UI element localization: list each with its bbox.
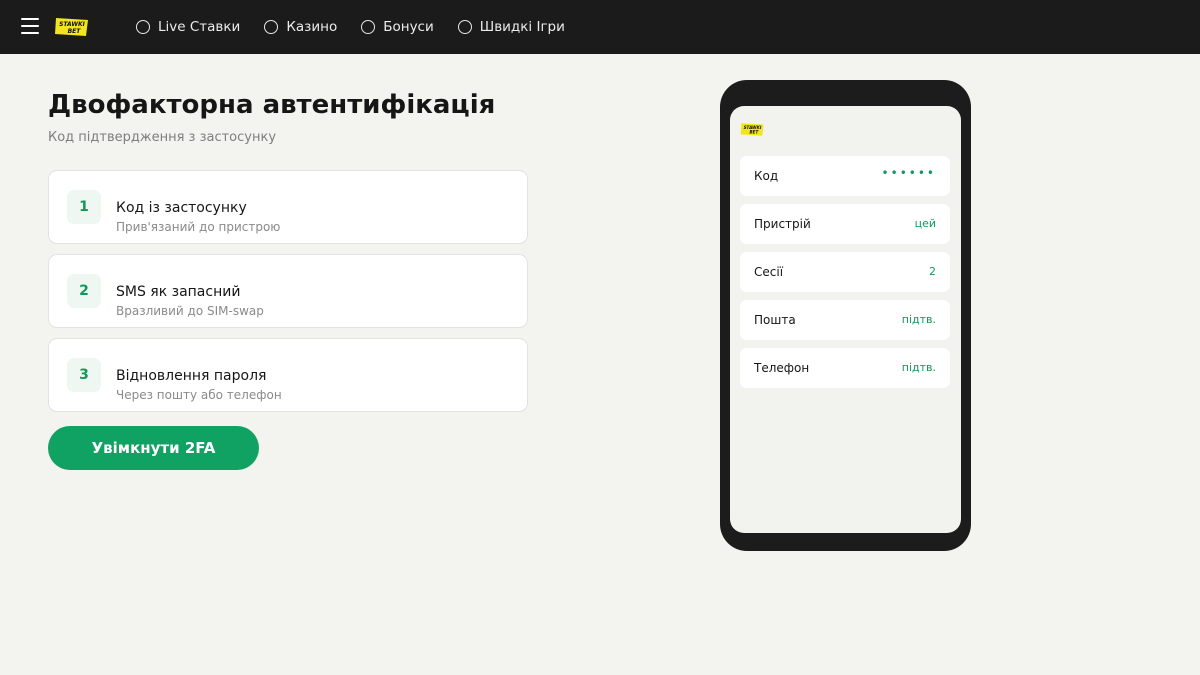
- main-nav: Live Ставки Казино Бонуси Швидкі Ігри: [136, 0, 589, 54]
- enable-2fa-button[interactable]: Увімкнути 2FA: [48, 426, 259, 470]
- phone-row-phone[interactable]: Телефон підтв.: [740, 348, 950, 388]
- logo-text-line1: STAWKI: [59, 21, 86, 28]
- menu-icon[interactable]: [21, 18, 39, 34]
- stawki-bet-logo-small: STAWKI BET: [740, 123, 764, 136]
- nav-item-live-bets[interactable]: Live Ставки: [136, 19, 240, 35]
- circle-icon: [264, 20, 279, 34]
- step-card-sms-backup[interactable]: 2 SMS як запасний Вразливий до SIM-swap: [48, 254, 528, 328]
- step-title: Код із застосунку: [116, 200, 247, 216]
- stawki-bet-logo[interactable]: STAWKI BET: [54, 17, 90, 37]
- step-number: 3: [67, 358, 101, 392]
- step-description: Вразливий до SIM-swap: [116, 304, 264, 318]
- circle-icon: [136, 20, 150, 34]
- row-key: Сесії: [754, 265, 784, 279]
- step-description: Через пошту або телефон: [116, 388, 282, 402]
- row-value: 2: [929, 265, 936, 278]
- step-card-app-code[interactable]: 1 Код із застосунку Прив'язаний до прист…: [48, 170, 528, 244]
- nav-item-label: Казино: [286, 19, 338, 35]
- row-key: Пристрій: [754, 217, 811, 231]
- phone-row-sessions[interactable]: Сесії 2: [740, 252, 950, 292]
- row-value: ••••••: [881, 166, 936, 180]
- step-title: SMS як запасний: [116, 284, 241, 300]
- phone-row-code[interactable]: Код ••••••: [740, 156, 950, 196]
- page-title: Двофакторна автентифікація: [48, 90, 496, 120]
- logo-text-line2: BET: [749, 130, 759, 135]
- row-key: Код: [754, 169, 779, 183]
- nav-item-casino[interactable]: Казино: [264, 19, 337, 35]
- row-value: цей: [914, 217, 936, 230]
- step-number: 1: [67, 190, 101, 224]
- top-navigation-bar: STAWKI BET Live Ставки Казино Бонуси Шви…: [0, 0, 1200, 54]
- step-title: Відновлення пароля: [116, 368, 267, 384]
- row-value: підтв.: [901, 361, 936, 374]
- step-card-password-recovery[interactable]: 3 Відновлення пароля Через пошту або тел…: [48, 338, 528, 412]
- row-key: Телефон: [754, 361, 810, 375]
- nav-item-label: Швидкі Ігри: [479, 19, 565, 35]
- row-key: Пошта: [754, 313, 796, 327]
- phone-row-email[interactable]: Пошта підтв.: [740, 300, 950, 340]
- nav-item-label: Live Ставки: [158, 19, 241, 35]
- step-description: Прив'язаний до пристрою: [116, 220, 281, 234]
- circle-icon: [361, 20, 376, 34]
- phone-row-device[interactable]: Пристрій цей: [740, 204, 950, 244]
- step-number: 2: [67, 274, 101, 308]
- page-subtitle: Код підтвердження з застосунку: [48, 130, 277, 145]
- nav-item-label: Бонуси: [383, 19, 434, 35]
- circle-icon: [457, 20, 472, 34]
- nav-item-bonuses[interactable]: Бонуси: [361, 19, 434, 35]
- logo-text-line2: BET: [68, 28, 82, 35]
- row-value: підтв.: [901, 313, 936, 326]
- nav-item-fast-games[interactable]: Швидкі Ігри: [457, 19, 565, 35]
